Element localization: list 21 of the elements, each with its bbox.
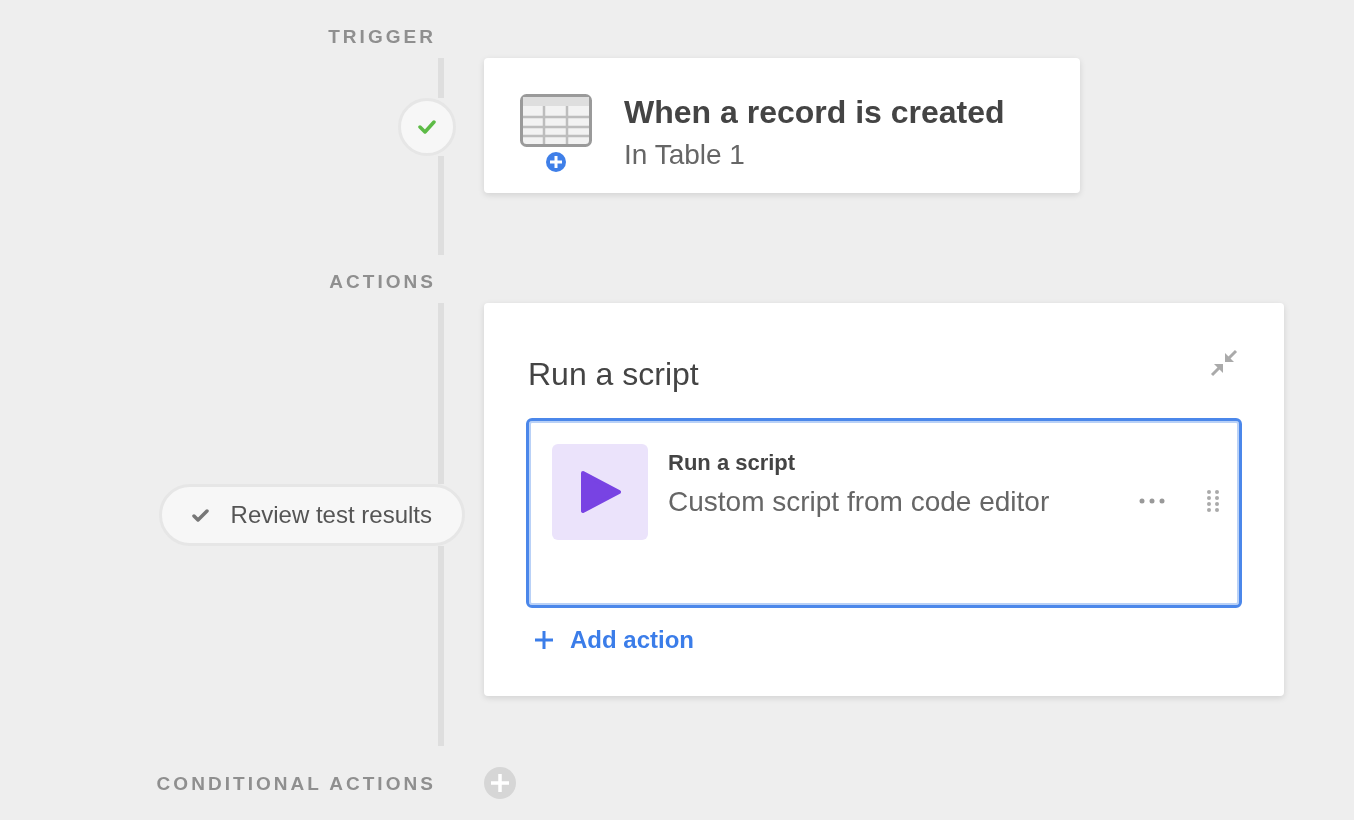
section-label: TRIGGER xyxy=(328,27,436,46)
drag-handle-icon[interactable] xyxy=(1207,490,1219,512)
check-icon xyxy=(191,508,209,522)
trigger-card[interactable]: When a record is created In Table 1 xyxy=(484,58,1080,193)
add-circle-icon[interactable] xyxy=(484,767,516,799)
table-icon xyxy=(520,94,592,147)
trigger-subtitle: In Table 1 xyxy=(624,138,746,172)
trigger-title: When a record is created xyxy=(624,93,1005,132)
step-title: Run a script xyxy=(668,449,797,477)
card-title: Run a script xyxy=(528,355,699,394)
section-label: CONDITIONAL ACTIONS xyxy=(156,773,436,793)
more-icon[interactable] xyxy=(1139,498,1165,504)
check-icon xyxy=(418,120,436,134)
script-step[interactable]: Run a script Custom script from code editor xyxy=(526,418,1242,608)
plus-icon xyxy=(534,630,554,650)
review-test-results-button[interactable]: Review test results xyxy=(158,484,465,546)
section-label: ACTIONS xyxy=(329,272,436,291)
add-action-link[interactable]: Add action xyxy=(534,622,694,658)
collapse-icon[interactable] xyxy=(1210,349,1238,377)
plus-circle-icon xyxy=(545,151,567,173)
step-description: Custom script from code editor xyxy=(668,485,1051,519)
